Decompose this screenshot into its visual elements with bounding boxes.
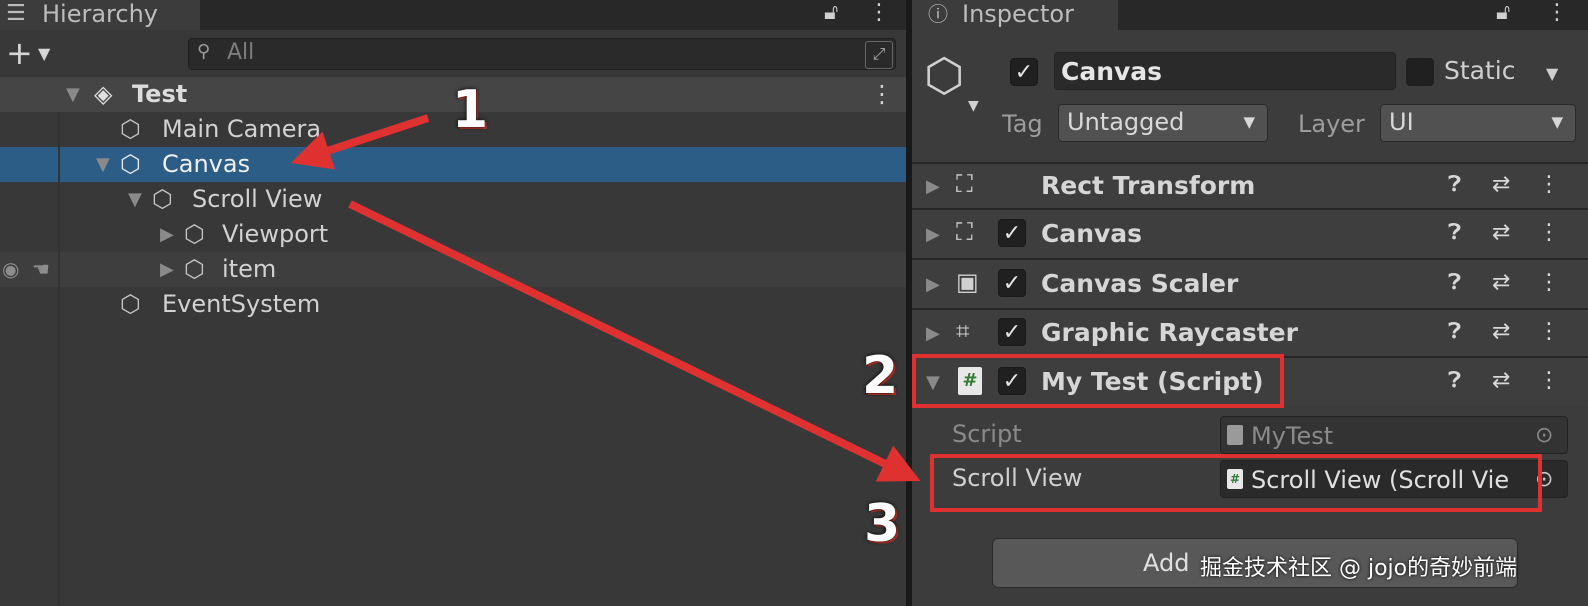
arrow-1 (290, 114, 430, 170)
arrow-2 (348, 200, 921, 482)
annotation-number-1: 1 (452, 80, 489, 140)
annotation-number-2: 2 (862, 346, 899, 406)
annotation-number-3: 3 (864, 494, 901, 554)
watermark: 掘金技术社区 @ jojo的奇妙前端 (1200, 556, 1518, 581)
annotation-arrows (290, 114, 921, 482)
